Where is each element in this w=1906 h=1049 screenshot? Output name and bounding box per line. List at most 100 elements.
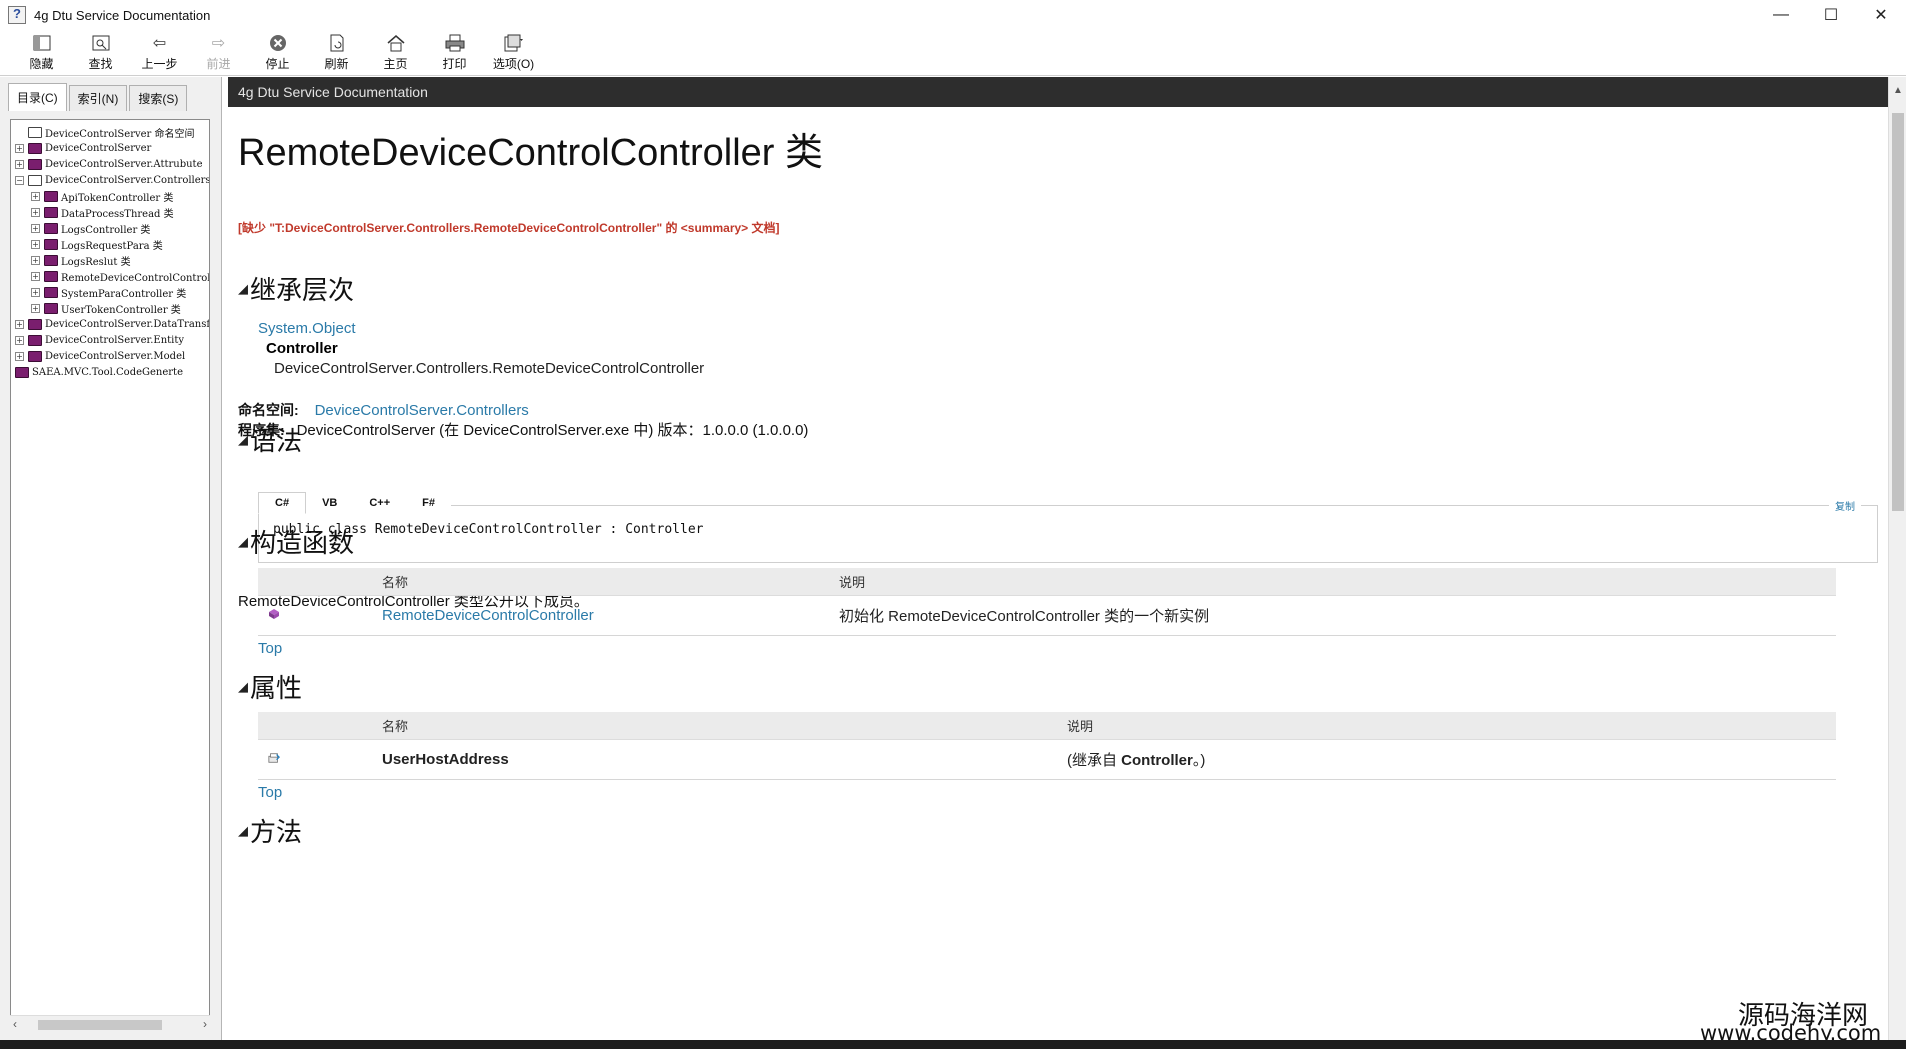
- tab-fsharp[interactable]: F#: [406, 492, 451, 513]
- home-button[interactable]: 主页: [366, 30, 425, 76]
- tree-node[interactable]: + UserTokenController 类: [15, 300, 209, 316]
- public-property-icon: [268, 753, 280, 763]
- tree-node[interactable]: + DeviceControlServer.Entity: [15, 332, 209, 348]
- tree-node[interactable]: + ApiTokenController 类: [15, 188, 209, 204]
- namespace-row: 命名空间: DeviceControlServer.Controllers: [238, 400, 529, 420]
- scroll-right-icon[interactable]: ›: [203, 1017, 207, 1031]
- expand-icon[interactable]: +: [31, 287, 40, 297]
- stop-button[interactable]: 停止: [248, 30, 307, 76]
- public-method-icon: [269, 609, 279, 619]
- properties-table: 名称 说明 UserHostAddress (继承自 Controller。): [258, 712, 1836, 780]
- maximize-button[interactable]: ☐: [1806, 0, 1856, 30]
- tree-node[interactable]: + LogsController 类: [15, 220, 209, 236]
- expand-icon[interactable]: +: [31, 303, 40, 313]
- section-constructors[interactable]: ◢ 构造函数: [238, 523, 354, 560]
- toolbar: 隐藏 查找 ⇦ 上一步 ⇨ 前进 停止 刷新 主页 打印 选项(O): [0, 30, 1906, 76]
- table-header: 名称 说明: [258, 568, 1836, 596]
- tree-node[interactable]: + SystemParaController 类: [15, 284, 209, 300]
- section-syntax[interactable]: ◢ 语法: [238, 421, 302, 458]
- tree-node[interactable]: + DeviceControlServer.DataTransfer: [15, 316, 209, 332]
- tab-cpp[interactable]: C++: [353, 492, 407, 513]
- tree-node[interactable]: + DeviceControlServer.Attrubute: [15, 156, 209, 172]
- namespace-link[interactable]: DeviceControlServer.Controllers: [315, 402, 529, 419]
- collapse-triangle-icon[interactable]: ◢: [238, 432, 248, 448]
- expand-icon[interactable]: +: [15, 143, 24, 153]
- closed-book-icon: [44, 206, 58, 218]
- section-inheritance[interactable]: ◢ 继承层次: [238, 270, 354, 307]
- scroll-left-icon[interactable]: ‹: [13, 1017, 17, 1031]
- expand-icon[interactable]: +: [15, 159, 24, 169]
- expand-icon[interactable]: +: [31, 223, 40, 233]
- options-button[interactable]: 选项(O): [484, 30, 543, 76]
- scroll-up-icon[interactable]: ▲: [1893, 85, 1903, 96]
- tree-node[interactable]: + RemoteDeviceControlController 类: [15, 268, 209, 284]
- collapse-icon[interactable]: −: [15, 175, 24, 185]
- expand-icon[interactable]: +: [31, 191, 40, 201]
- tab-search[interactable]: 搜索(S): [129, 85, 188, 111]
- find-button[interactable]: 查找: [71, 30, 130, 76]
- tree-node[interactable]: + LogsReslut 类: [15, 252, 209, 268]
- content-vertical-scrollbar[interactable]: ▲: [1888, 77, 1906, 1049]
- expand-icon[interactable]: +: [15, 319, 24, 329]
- minimize-button[interactable]: —: [1756, 0, 1806, 30]
- table-row: UserHostAddress (继承自 Controller。): [258, 740, 1836, 780]
- closed-book-icon: [28, 318, 42, 330]
- expand-icon[interactable]: +: [15, 335, 24, 345]
- tree-node[interactable]: + DeviceControlServer.Model: [15, 348, 209, 364]
- constructors-table: 名称 说明 RemoteDeviceControlController 初始化 …: [258, 568, 1836, 636]
- forward-arrow-icon: ⇨: [211, 35, 226, 52]
- constructor-link[interactable]: RemoteDeviceControlController: [382, 607, 839, 624]
- close-button[interactable]: ✕: [1856, 0, 1906, 30]
- tab-vb[interactable]: VB: [306, 492, 354, 513]
- page-title: RemoteDeviceControlController 类: [238, 132, 823, 174]
- hide-button[interactable]: 隐藏: [12, 30, 71, 76]
- tab-csharp[interactable]: C#: [258, 492, 307, 514]
- expand-icon[interactable]: +: [15, 351, 24, 361]
- expand-icon: [15, 127, 24, 137]
- tree-node-label: DeviceControlServer: [45, 142, 152, 154]
- tree-node-label: DeviceControlServer 命名空间: [45, 128, 195, 140]
- scrollbar-thumb[interactable]: [1892, 113, 1904, 511]
- options-icon: [503, 33, 525, 53]
- section-properties[interactable]: ◢ 属性: [238, 668, 302, 705]
- navigation-pane: 目录(C) 索引(N) 搜索(S) DeviceControlServer 命名…: [0, 77, 222, 1049]
- inheritance-class: DeviceControlServer.Controllers.RemoteDe…: [274, 360, 705, 377]
- closed-book-icon: [44, 190, 58, 202]
- tree-horizontal-scrollbar[interactable]: ‹ ›: [10, 1015, 210, 1033]
- print-button[interactable]: 打印: [425, 30, 484, 76]
- closed-book-icon: [28, 350, 42, 362]
- top-link[interactable]: Top: [258, 784, 282, 801]
- collapse-triangle-icon[interactable]: ◢: [238, 679, 248, 695]
- collapse-triangle-icon[interactable]: ◢: [238, 281, 248, 297]
- section-methods[interactable]: ◢ 方法: [238, 812, 302, 849]
- properties-heading: 属性: [250, 673, 303, 703]
- open-book-icon: [28, 174, 42, 186]
- collapse-triangle-icon[interactable]: ◢: [238, 823, 248, 839]
- title-bar: 4g Dtu Service Documentation — ☐ ✕: [0, 0, 1906, 30]
- tab-index[interactable]: 索引(N): [68, 85, 128, 111]
- back-button[interactable]: ⇦ 上一步: [130, 30, 189, 76]
- print-label: 打印: [442, 57, 467, 71]
- collapse-triangle-icon[interactable]: ◢: [238, 534, 248, 550]
- tree-node[interactable]: + LogsRequestPara 类: [15, 236, 209, 252]
- closed-book-icon: [44, 254, 58, 266]
- top-link[interactable]: Top: [258, 640, 282, 657]
- expand-icon[interactable]: +: [31, 255, 40, 265]
- hide-pane-icon: [31, 33, 53, 53]
- copy-code-link[interactable]: 复制: [1829, 498, 1861, 513]
- tree-node[interactable]: + DataProcessThread 类: [15, 204, 209, 220]
- constructors-heading: 构造函数: [250, 528, 355, 558]
- scrollbar-thumb[interactable]: [38, 1020, 162, 1030]
- refresh-button[interactable]: 刷新: [307, 30, 366, 76]
- forward-button[interactable]: ⇨ 前进: [189, 30, 248, 76]
- expand-icon[interactable]: +: [31, 207, 40, 217]
- expand-icon[interactable]: +: [31, 239, 40, 249]
- tree-node[interactable]: SAEA.MVC.Tool.CodeGenerte: [15, 364, 209, 380]
- inheritance-object-link[interactable]: System.Object: [258, 320, 356, 337]
- tree-node[interactable]: DeviceControlServer 命名空间: [15, 124, 209, 140]
- tree-node[interactable]: − DeviceControlServer.Controllers: [15, 172, 209, 188]
- expand-icon[interactable]: +: [31, 271, 40, 281]
- tab-contents[interactable]: 目录(C): [8, 83, 67, 111]
- inheritance-heading: 继承层次: [250, 275, 355, 305]
- tree-node[interactable]: + DeviceControlServer: [15, 140, 209, 156]
